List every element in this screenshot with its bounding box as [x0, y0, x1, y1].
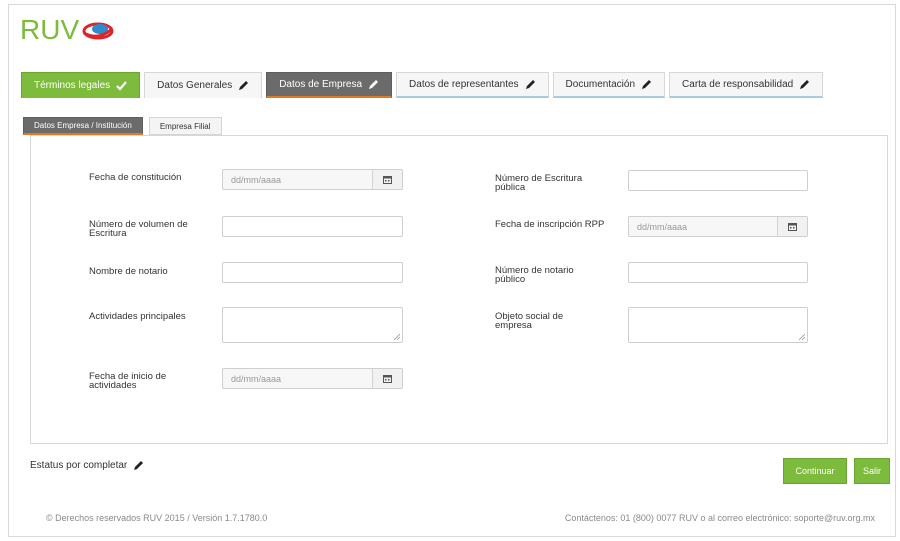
sub-tabs: Datos Empresa / Institución Empresa Fili…	[23, 117, 222, 135]
resize-grip-icon[interactable]	[799, 334, 805, 340]
tab-label: Carta de responsabilidad	[682, 79, 794, 90]
form-panel: Fecha de constitución dd/mm/aaaa Número …	[30, 135, 888, 444]
numero-notario-input[interactable]	[628, 262, 808, 283]
objeto-social-textarea[interactable]	[628, 307, 808, 343]
pencil-icon	[239, 81, 249, 90]
tab-documentacion[interactable]: Documentación	[552, 72, 666, 98]
exit-button[interactable]: Salir	[854, 458, 890, 484]
label-numero-volumen: Número de volumen de Escritura	[89, 219, 188, 239]
main-tabs: Términos legales Datos Generales Datos d…	[21, 72, 824, 98]
subtab-datos-empresa[interactable]: Datos Empresa / Institución	[23, 117, 143, 135]
label-fecha-rpp: Fecha de inscripción RPP	[495, 219, 605, 230]
logo-swoosh-icon	[82, 22, 114, 40]
fecha-rpp-input[interactable]: dd/mm/aaaa	[628, 216, 808, 237]
date-placeholder: dd/mm/aaaa	[231, 174, 282, 185]
numero-volumen-input[interactable]	[222, 216, 403, 237]
ruv-logo[interactable]: RUV	[20, 14, 115, 46]
copyright-text: © Derechos reservados RUV 2015 / Versión…	[46, 513, 268, 523]
status-indicator: Estatus por completar	[30, 460, 144, 471]
tab-label: Términos legales	[34, 80, 111, 91]
calendar-icon[interactable]	[372, 369, 402, 388]
date-placeholder: dd/mm/aaaa	[637, 221, 688, 232]
contact-text: Contáctenos: 01 (800) 0077 RUV o al corr…	[564, 513, 875, 523]
label-objeto-social: Objeto social de empresa	[495, 311, 564, 331]
tab-terminos-legales[interactable]: Términos legales	[21, 72, 141, 98]
actividades-textarea[interactable]	[222, 307, 403, 343]
pencil-icon	[800, 80, 810, 89]
fecha-inicio-input[interactable]: dd/mm/aaaa	[222, 368, 403, 389]
tab-datos-empresa[interactable]: Datos de Empresa	[266, 72, 393, 98]
label-numero-escritura: Número de Escritura pública	[495, 173, 583, 193]
nombre-notario-input[interactable]	[222, 262, 403, 283]
pencil-icon	[525, 80, 535, 89]
tab-datos-representantes[interactable]: Datos de representantes	[396, 72, 549, 98]
calendar-icon[interactable]	[372, 170, 402, 189]
label-nombre-notario: Nombre de notario	[89, 266, 168, 277]
label-fecha-constitucion: Fecha de constitución	[89, 172, 182, 183]
label-actividades: Actividades principales	[89, 311, 186, 322]
fecha-constitucion-input[interactable]: dd/mm/aaaa	[222, 169, 403, 190]
continue-button[interactable]: Continuar	[783, 458, 847, 484]
label-fecha-inicio: Fecha de inicio de actividades	[89, 371, 167, 391]
date-placeholder: dd/mm/aaaa	[231, 373, 282, 384]
tab-datos-generales[interactable]: Datos Generales	[144, 72, 263, 98]
label-numero-notario: Número de notario público	[495, 265, 574, 285]
subtab-empresa-filial[interactable]: Empresa Filial	[148, 117, 222, 135]
logo-text: RUV	[20, 14, 80, 45]
pencil-icon	[369, 80, 379, 89]
tab-label: Datos Generales	[157, 80, 233, 91]
tab-carta-responsabilidad[interactable]: Carta de responsabilidad	[669, 72, 824, 98]
calendar-icon[interactable]	[777, 217, 807, 236]
check-icon	[116, 80, 127, 91]
resize-grip-icon[interactable]	[394, 334, 400, 340]
status-label: Estatus por completar	[30, 460, 128, 471]
numero-escritura-input[interactable]	[628, 170, 808, 191]
pencil-icon	[134, 461, 144, 470]
tab-label: Datos de Empresa	[279, 79, 363, 90]
tab-label: Documentación	[565, 79, 636, 90]
pencil-icon	[642, 80, 652, 89]
tab-label: Datos de representantes	[409, 79, 519, 90]
